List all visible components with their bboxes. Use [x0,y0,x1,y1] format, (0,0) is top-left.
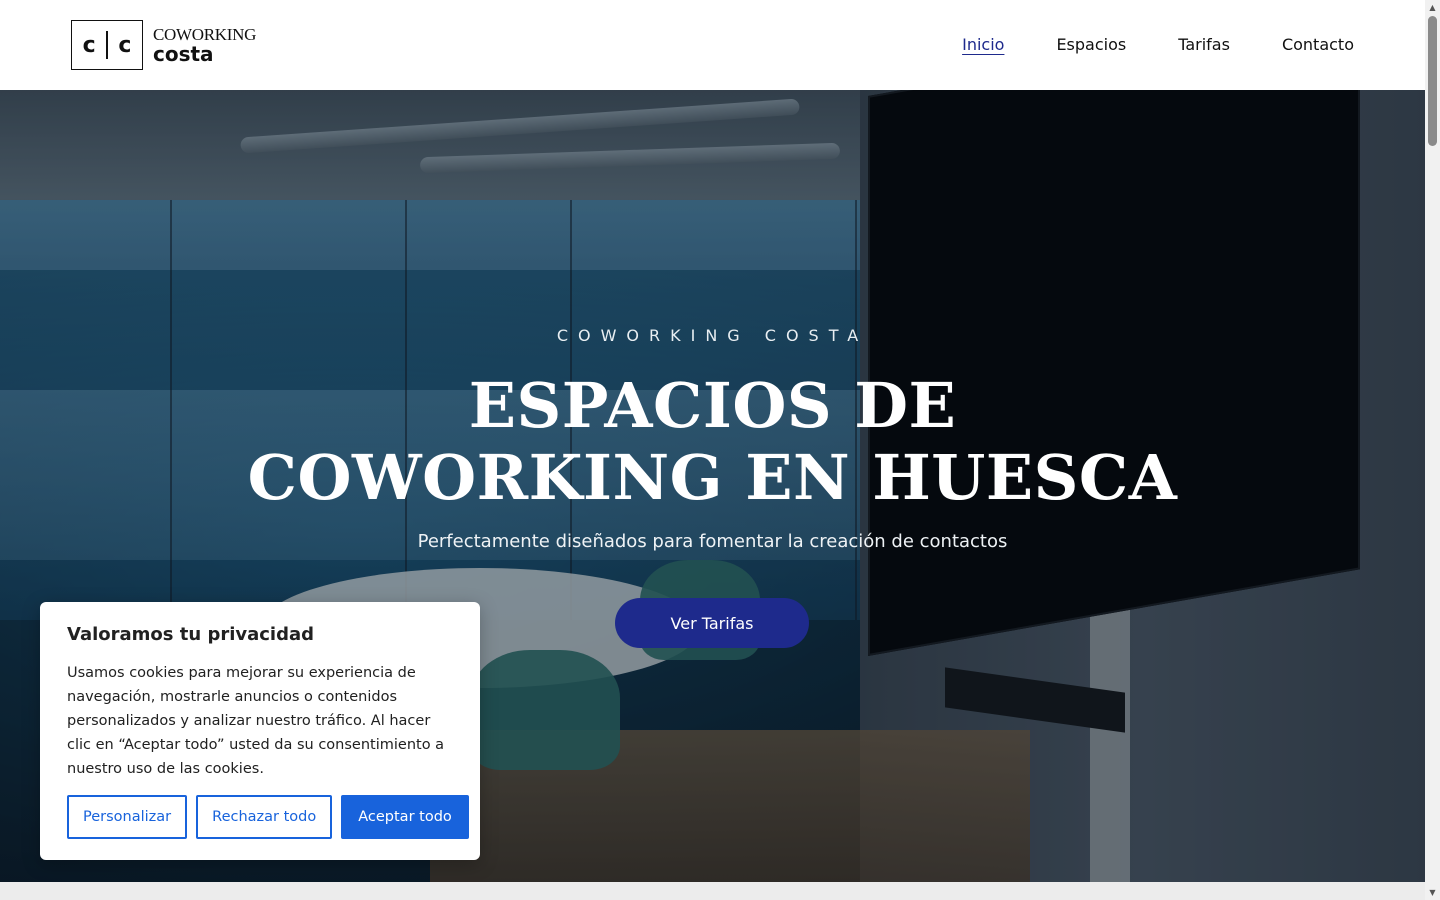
cookie-title: Valoramos tu privacidad [67,624,315,645]
hero-subtitle: Perfectamente diseñados para fomentar la… [417,531,1008,552]
hero-title: ESPACIOS DE COWORKING EN HUESCA [0,370,1425,514]
scrollbar-thumb[interactable] [1428,16,1437,146]
cookie-consent-banner: Valoramos tu privacidad Usamos cookies p… [40,602,480,860]
hero-eyebrow: COWORKING COSTA [556,326,869,345]
logo-line2: costa [153,42,214,66]
logo-mark-right: c [118,32,132,58]
logo-line1: COWORKING [153,25,257,44]
chevron-down-icon[interactable]: ▼ [1425,885,1440,900]
rechazar-todo-button[interactable]: Rechazar todo [196,795,333,839]
logo-mark-left: c [82,32,96,58]
page-scrollbar[interactable]: ▲ ▼ [1425,0,1440,900]
cookie-actions: Personalizar Rechazar todo Aceptar todo [67,795,469,839]
main-nav: Inicio Espacios Tarifas Contacto [962,35,1354,54]
nav-item-inicio[interactable]: Inicio [962,35,1004,54]
hero-title-line1: ESPACIOS DE [468,369,957,442]
next-section-edge [0,882,1425,900]
nav-item-espacios[interactable]: Espacios [1056,35,1126,54]
chevron-up-icon[interactable]: ▲ [1425,0,1440,15]
logo-mark: c c [71,20,143,70]
site-logo[interactable]: c c COWORKING costa [71,20,256,70]
aceptar-todo-button[interactable]: Aceptar todo [341,795,469,839]
site-header: c c COWORKING costa Inicio Espacios Tari… [0,0,1425,90]
nav-item-contacto[interactable]: Contacto [1282,35,1354,54]
ver-tarifas-button[interactable]: Ver Tarifas [615,598,809,648]
personalizar-button[interactable]: Personalizar [67,795,188,839]
cookie-body: Usamos cookies para mejorar su experienc… [67,665,445,777]
hero-title-line2: COWORKING EN HUESCA [247,441,1178,514]
logo-wordmark: COWORKING costa [153,26,256,64]
nav-item-tarifas[interactable]: Tarifas [1178,35,1230,54]
